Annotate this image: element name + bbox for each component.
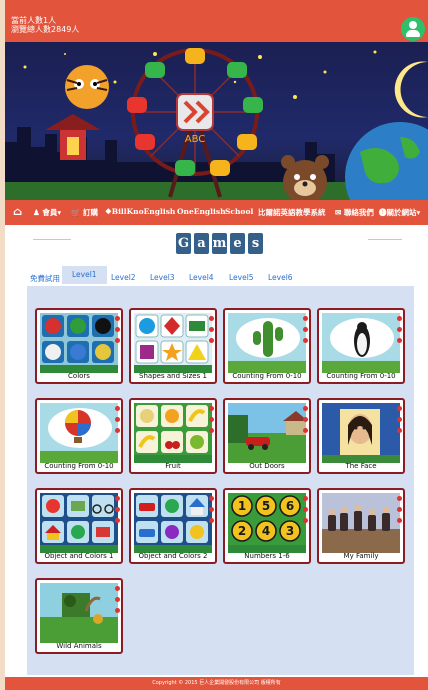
games-title-letter: G (176, 233, 191, 254)
game-thumbnail (40, 403, 118, 463)
nav-billknoenglish-label: BillKnoEnglish (111, 207, 176, 216)
nav-contact[interactable]: ✉ 聯絡我們 (335, 207, 374, 218)
tab-level3[interactable]: Level3 (150, 270, 175, 285)
banner-illustration: ABC (5, 48, 428, 200)
bear-character (281, 155, 329, 200)
game-card[interactable]: Fruit (129, 398, 217, 474)
game-card[interactable]: My Family (317, 488, 405, 564)
nav-order[interactable]: 🛒 訂購 (71, 207, 98, 218)
game-thumbnail (134, 313, 212, 373)
game-thumbnail (322, 493, 400, 553)
game-title: Object and Colors 2 (138, 552, 208, 560)
game-card[interactable]: Object and Colors 2 (129, 488, 217, 564)
game-card[interactable]: The Face (317, 398, 405, 474)
game-card[interactable]: Counting From 0-10 (317, 308, 405, 384)
games-grid-panel: Colors Shapes and Sizes 1 Counting From … (27, 286, 414, 675)
banner-logo-text: ABC (185, 134, 206, 145)
svg-text:2: 2 (238, 524, 246, 538)
online-count: 當前人數1人 (11, 16, 57, 25)
tab-level6[interactable]: Level6 (268, 270, 293, 285)
tab-level1[interactable]: Level1 (62, 266, 107, 284)
tab-level5[interactable]: Level5 (229, 270, 254, 285)
game-card[interactable]: Shapes and Sizes 1 (129, 308, 217, 384)
nav-member-label: 會員 (42, 208, 58, 217)
game-title: Counting From 0-10 (326, 372, 396, 380)
game-thumbnail (40, 313, 118, 373)
game-title: Numbers 1-6 (244, 552, 290, 560)
game-title: Counting From 0-10 (44, 462, 114, 470)
game-title: Out Doors (249, 462, 285, 470)
footer-copyright: Copyright © 2015 巨人企業開發股份有限公司 版權所有 (5, 677, 428, 690)
game-title: Colors (68, 372, 90, 380)
nav-order-label: 訂購 (82, 208, 98, 217)
game-title: Object and Colors 1 (44, 552, 114, 560)
game-thumbnail (228, 403, 306, 463)
game-thumbnail (322, 313, 400, 373)
nav-teaching-system[interactable]: 比爾諾英語教學系統 (258, 207, 326, 218)
game-card[interactable]: 1 5 6 2 4 3 Numbers 1-6 (223, 488, 311, 564)
nav-school[interactable]: School (225, 207, 253, 216)
nav-billknoenglish[interactable]: ❖BillKnoEnglish (105, 207, 175, 216)
game-card[interactable]: Out Doors (223, 398, 311, 474)
tiger-character (65, 65, 109, 109)
nav-about-label: 關於網站 (386, 208, 417, 217)
game-card[interactable]: Counting From 0-10 (35, 398, 123, 474)
tab-level2[interactable]: Level2 (111, 270, 136, 285)
home-icon[interactable]: ⌂ (13, 205, 22, 218)
moon (394, 61, 428, 118)
game-card[interactable]: Counting From 0-10 (223, 308, 311, 384)
nav-about[interactable]: ❶關於網站▾ (379, 207, 420, 218)
game-title: Wild Animals (56, 642, 102, 650)
game-card[interactable]: Object and Colors 1 (35, 488, 123, 564)
tab-level4[interactable]: Level4 (189, 270, 214, 285)
game-card[interactable]: Colors (35, 308, 123, 384)
game-title: My Family (343, 552, 379, 560)
tab-free-trial[interactable]: 免費試用 (30, 270, 60, 287)
game-title: Fruit (165, 462, 181, 470)
header-banner: ABC (5, 42, 428, 200)
svg-text:5: 5 (262, 499, 270, 513)
svg-text:1: 1 (238, 499, 246, 513)
svg-text:4: 4 (262, 524, 270, 538)
game-thumbnail (322, 403, 400, 463)
game-title: Counting From 0-10 (232, 372, 302, 380)
game-thumbnail: 1 5 6 2 4 3 (228, 493, 306, 553)
nav-oneenglish[interactable]: OneEnglish (177, 207, 226, 216)
svg-text:3: 3 (286, 524, 294, 538)
svg-text:6: 6 (286, 499, 294, 513)
games-title-letter: a (194, 233, 209, 254)
game-thumbnail (40, 493, 118, 553)
game-thumbnail (40, 583, 118, 643)
game-thumbnail (134, 403, 212, 463)
games-title-letter: s (248, 233, 263, 254)
games-title-letter: m (212, 233, 227, 254)
games-title-letter: e (230, 233, 245, 254)
main-nav: ⌂ ♟ 會員▾ 🛒 訂購 ❖BillKnoEnglish OneEnglish … (5, 200, 428, 225)
game-thumbnail (134, 493, 212, 553)
total-visitors: 瀏覽總人數2849人 (11, 25, 80, 34)
title-divider-right (368, 239, 402, 240)
game-title: The Face (345, 462, 377, 470)
game-thumbnail (228, 313, 306, 373)
game-title: Shapes and Sizes 1 (139, 372, 207, 380)
nav-contact-label: 聯絡我們 (343, 208, 374, 217)
game-card[interactable]: Wild Animals (35, 578, 123, 654)
user-account-icon[interactable] (401, 17, 425, 41)
nav-member[interactable]: ♟ 會員▾ (33, 207, 61, 218)
top-bar: 當前人數1人 瀏覽總人數2849人 (5, 0, 428, 42)
title-divider-left (33, 239, 71, 240)
